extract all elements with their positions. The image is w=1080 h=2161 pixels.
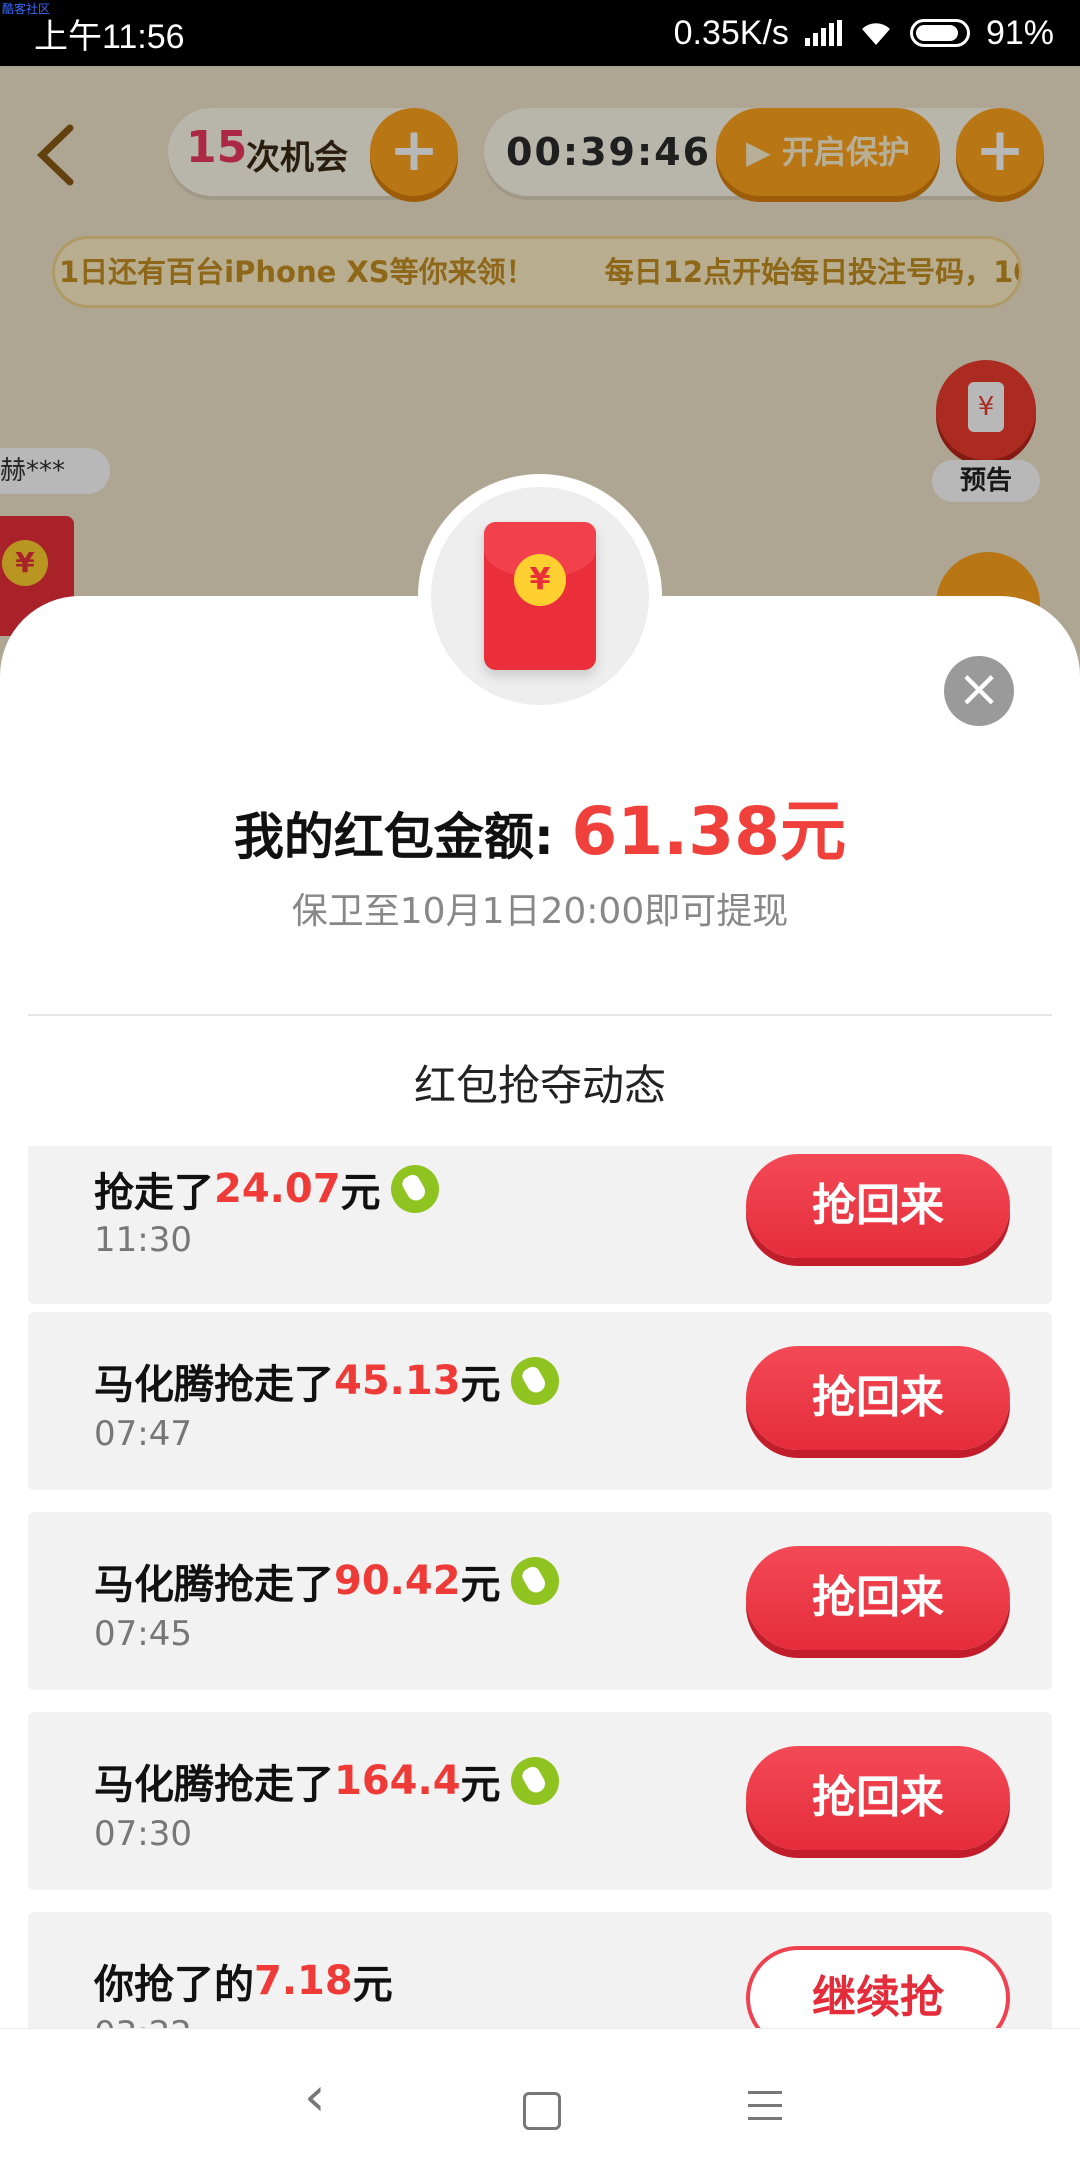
status-right: 0.35K/s 91%: [674, 14, 1054, 53]
continue-grab-button[interactable]: 继续抢: [746, 1946, 1010, 2028]
close-icon[interactable]: ×: [944, 656, 1014, 726]
wifi-icon: [861, 23, 890, 45]
amount-label: 我的红包金额:: [233, 808, 572, 866]
feed-action: 抢走了: [214, 1562, 334, 1608]
feed-who: 马化腾: [94, 1762, 214, 1808]
feed-amount: 164.4: [334, 1758, 461, 1804]
feed-who: 马化腾: [94, 1362, 214, 1408]
feed-title: 红包抢夺动态: [413, 1061, 666, 1110]
feed-unit: 元: [460, 1562, 501, 1608]
net-speed: 0.35K/s: [673, 13, 789, 52]
feed-who: 马化腾: [94, 1562, 214, 1608]
red-envelope-icon: ¥: [484, 522, 596, 670]
battery-icon: [909, 19, 970, 47]
feed-amount: 7.18: [254, 1958, 353, 2004]
feed-unit: 元: [460, 1362, 501, 1408]
feed-amount: 90.42: [334, 1558, 461, 1604]
feed-unit: 元: [352, 1962, 393, 2008]
feed-amount: 45.13: [334, 1358, 461, 1404]
feed-action: 抢走了: [94, 1170, 214, 1216]
system-nav-bar: ‹: [0, 2028, 1080, 2161]
list-item: 马化腾 抢走了 45.13 元 07:47 抢回来: [28, 1312, 1052, 1490]
list-item: 马化腾 抢走了 90.42 元 07:45 抢回来: [28, 1512, 1052, 1690]
yuan-coin-icon: ¥: [514, 554, 566, 606]
feed-unit: 元: [340, 1170, 381, 1216]
grab-hand-icon: [510, 1357, 559, 1405]
red-envelope-badge: ¥: [418, 474, 662, 718]
battery-percent: 91%: [985, 13, 1054, 52]
feed-action: 抢走了: [214, 1362, 334, 1408]
divider: [28, 1014, 1052, 1016]
withdraw-note: 保卫至10月1日20:00即可提现: [291, 891, 789, 932]
grab-hand-icon: [510, 1557, 559, 1605]
amount-line: 我的红包金额: 61.38元: [0, 778, 1080, 874]
feed-amount: 24.07: [214, 1166, 341, 1212]
carrier-tag: 酷客社区: [2, 2, 51, 16]
list-item: 你抢了 的 7.18 元 03:22 继续抢: [28, 1912, 1052, 2028]
feed-action: 的: [214, 1962, 254, 2008]
grab-back-button[interactable]: 抢回来: [746, 1546, 1010, 1650]
list-item: 马化腾 抢走了 164.4 元 07:30 抢回来: [28, 1712, 1052, 1890]
list-item: 抢走了 24.07 元 11:30 抢回来: [28, 1146, 1052, 1304]
nav-home-icon[interactable]: [523, 2092, 561, 2130]
feed-time: 07:45: [94, 1614, 192, 1654]
amount-value: 61.38元: [571, 793, 847, 870]
nav-menu-icon[interactable]: [748, 2091, 782, 2130]
status-bar: 酷客社区 上午11:56 0.35K/s 91%: [0, 0, 1080, 66]
feed-time: 07:47: [94, 1414, 192, 1454]
nav-back-icon[interactable]: ‹: [304, 2065, 326, 2128]
feed-unit: 元: [460, 1762, 501, 1808]
feed-time: 11:30: [94, 1220, 192, 1260]
status-time: 上午11:56: [34, 17, 185, 56]
grab-hand-icon: [510, 1757, 559, 1805]
signal-icon: [804, 20, 842, 46]
feed-who: 你抢了: [94, 1962, 214, 2008]
feed-time: 07:30: [94, 1814, 192, 1854]
grab-back-button[interactable]: 抢回来: [746, 1154, 1010, 1258]
grab-back-button[interactable]: 抢回来: [746, 1746, 1010, 1850]
feed-action: 抢走了: [214, 1762, 334, 1808]
grab-feed-list[interactable]: 抢走了 24.07 元 11:30 抢回来 马化腾 抢走了 45.13 元 07…: [28, 1146, 1052, 2028]
feed-time: 03:22: [94, 2014, 192, 2028]
grab-back-button[interactable]: 抢回来: [746, 1346, 1010, 1450]
grab-hand-icon: [390, 1165, 439, 1213]
